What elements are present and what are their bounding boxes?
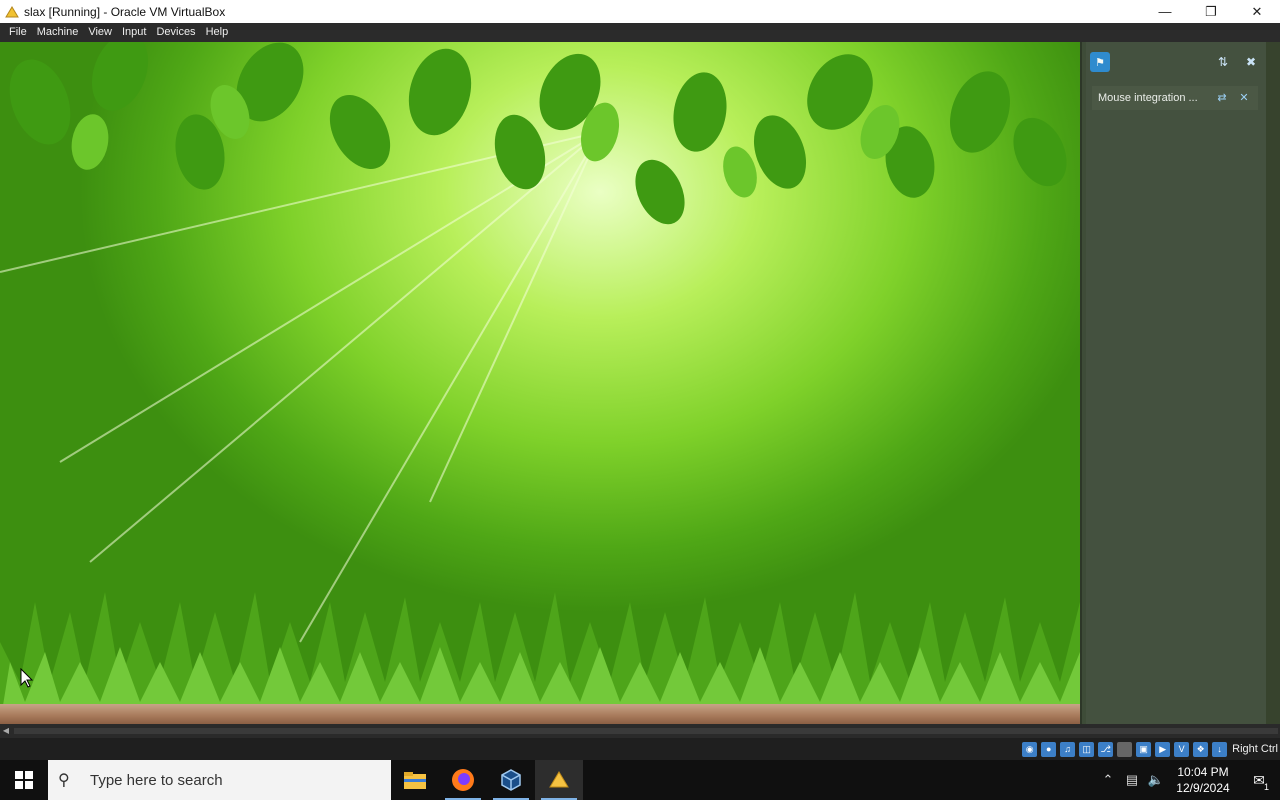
hard-disk-icon[interactable]: ◉ — [1022, 741, 1038, 757]
mouse-pointer-icon — [20, 668, 34, 688]
chevron-up-icon[interactable]: ⌃ — [1096, 760, 1120, 800]
panel-scrollbar[interactable] — [1266, 42, 1280, 724]
sort-icon[interactable]: ⇅ — [1214, 53, 1232, 71]
video-capture-icon[interactable]: ▶ — [1155, 741, 1171, 757]
file-explorer-taskbar-button[interactable] — [391, 760, 439, 800]
windows-taskbar: ⚲ Type here to search ⌃ ▤ 🔈 10:04 PM 12/… — [0, 760, 1280, 800]
cpu-icon[interactable]: V — [1174, 741, 1190, 757]
taskbar-clock[interactable]: 10:04 PM 12/9/2024 — [1168, 764, 1238, 796]
network-icon[interactable]: ◫ — [1079, 741, 1095, 757]
slax-vm-taskbar-button[interactable] — [535, 760, 583, 800]
clock-time: 10:04 PM — [1177, 765, 1229, 779]
scroll-left-icon[interactable]: ◀ — [0, 724, 12, 738]
mouse-integration-icon[interactable]: ❖ — [1193, 741, 1209, 757]
window-controls: — ❐ ✕ — [1142, 0, 1280, 23]
keyboard-capture-icon[interactable]: ↓ — [1212, 741, 1228, 757]
close-button[interactable]: ✕ — [1234, 0, 1280, 23]
notification-item[interactable]: Mouse integration ... ⇄ ✕ — [1092, 86, 1258, 110]
virtualbox-manager-taskbar-button[interactable] — [487, 760, 535, 800]
notification-center-icon[interactable]: ⚑ — [1090, 52, 1110, 72]
slax-vm-icon — [549, 771, 569, 788]
menu-bar: File Machine View Input Devices Help — [0, 23, 1280, 42]
firefox-icon — [452, 769, 474, 791]
restore-button[interactable]: ❐ — [1188, 0, 1234, 23]
desktop-wallpaper — [0, 42, 1080, 724]
notification-center-panel: ⚑ ⇅ ✖ Mouse integration ... ⇄ ✕ — [1080, 42, 1280, 724]
minimize-button[interactable]: — — [1142, 0, 1188, 23]
volume-muted-icon[interactable]: 🔈 — [1144, 760, 1168, 800]
firefox-taskbar-button[interactable] — [439, 760, 487, 800]
vm-display[interactable]: ⚑ ⇅ ✖ Mouse integration ... ⇄ ✕ — [0, 42, 1280, 724]
network-status-icon[interactable]: ▤ — [1120, 760, 1144, 800]
vm-horizontal-scrollbar[interactable]: ◀ — [0, 724, 1280, 738]
folder-icon — [404, 772, 426, 789]
audio-icon[interactable]: ♫ — [1060, 741, 1076, 757]
menu-input[interactable]: Input — [117, 23, 151, 42]
scroll-track[interactable] — [14, 728, 1278, 734]
notification-count: 1 — [1263, 782, 1269, 792]
clock-date: 12/9/2024 — [1176, 781, 1230, 795]
virtualbox-cube-icon — [501, 769, 521, 791]
notification-panel-toolbar: ⚑ ⇅ ✖ — [1090, 50, 1260, 74]
clear-all-icon[interactable]: ✖ — [1242, 53, 1260, 71]
screen: slax [Running] - Oracle VM VirtualBox — … — [0, 0, 1280, 800]
expand-icon[interactable]: ⇄ — [1214, 90, 1230, 106]
window-titlebar: slax [Running] - Oracle VM VirtualBox — … — [0, 0, 1280, 23]
menu-help[interactable]: Help — [201, 23, 234, 42]
host-key-label: Right Ctrl — [1232, 743, 1278, 755]
action-center-button[interactable]: ✉ 1 — [1238, 760, 1280, 800]
vm-status-bar: ◉ ● ♫ ◫ ⎇ ▣ ▶ V ❖ ↓ Right Ctrl — [0, 738, 1280, 760]
search-icon: ⚲ — [58, 772, 70, 789]
wooden-floor — [0, 704, 1080, 724]
window-title: slax [Running] - Oracle VM VirtualBox — [24, 4, 226, 19]
display-icon[interactable]: ▣ — [1136, 741, 1152, 757]
usb-icon[interactable]: ⎇ — [1098, 741, 1114, 757]
notification-message: Mouse integration ... — [1098, 92, 1198, 104]
start-button[interactable] — [0, 760, 48, 800]
notification-panel-body — [1086, 42, 1266, 724]
dismiss-icon[interactable]: ✕ — [1236, 90, 1252, 106]
menu-devices[interactable]: Devices — [151, 23, 200, 42]
menu-file[interactable]: File — [4, 23, 32, 42]
shared-folders-icon[interactable] — [1117, 741, 1133, 757]
menu-machine[interactable]: Machine — [32, 23, 84, 42]
virtualbox-app-icon — [5, 5, 19, 17]
optical-drive-icon[interactable]: ● — [1041, 741, 1057, 757]
system-tray: ⌃ ▤ 🔈 10:04 PM 12/9/2024 ✉ 1 — [1096, 760, 1280, 800]
search-placeholder: Type here to search — [90, 771, 223, 789]
windows-logo-icon — [15, 771, 33, 789]
menu-view[interactable]: View — [83, 23, 117, 42]
taskbar-search-box[interactable]: ⚲ Type here to search — [48, 760, 391, 800]
panel-toolbar-actions: ⇅ ✖ — [1214, 53, 1260, 71]
